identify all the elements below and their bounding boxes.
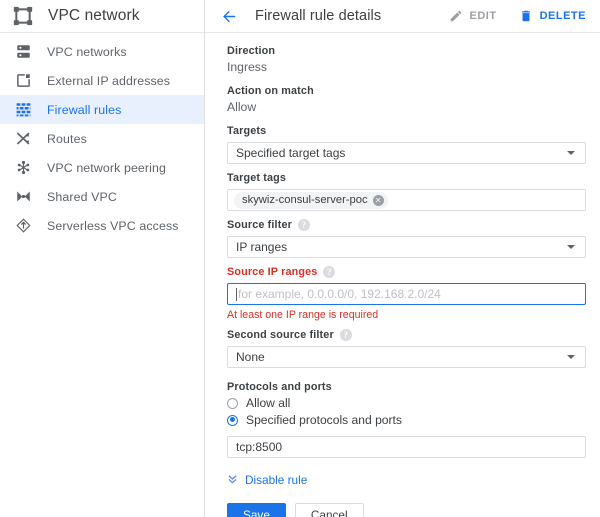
disable-rule-link[interactable]: Disable rule [227, 471, 307, 489]
sidebar-nav: VPC networks External IP addresses [0, 33, 204, 240]
field-source-ip-ranges: Source IP ranges ? for example, 0.0.0.0/… [227, 266, 586, 321]
vpc-networks-icon [13, 42, 33, 62]
cancel-button[interactable]: Cancel [295, 503, 364, 517]
app-root: VPC network VPC networks [0, 0, 600, 517]
source-ip-ranges-input[interactable]: for example, 0.0.0.0/0, 192.168.2.0/24 [227, 283, 586, 305]
edit-button[interactable]: EDIT [449, 9, 497, 24]
sidebar-item-external-ip-addresses[interactable]: External IP addresses [0, 66, 204, 95]
radio-allow-all[interactable]: Allow all [227, 396, 586, 410]
serverless-vpc-icon [13, 216, 33, 236]
external-ip-icon [13, 71, 33, 91]
vpc-peering-icon [13, 158, 33, 178]
trash-icon [519, 9, 534, 24]
help-icon[interactable]: ? [298, 219, 310, 231]
source-filter-label-text: Source filter [227, 219, 292, 231]
source-filter-label: Source filter ? [227, 219, 586, 231]
expand-more-double-icon [227, 471, 238, 489]
back-arrow-icon[interactable] [219, 6, 239, 26]
second-source-filter-label-text: Second source filter [227, 329, 334, 341]
second-source-filter-select[interactable]: None [227, 346, 586, 368]
targets-label: Targets [227, 125, 586, 137]
targets-select[interactable]: Specified target tags [227, 142, 586, 164]
radio-specified-protocols-and-ports[interactable]: Specified protocols and ports [227, 413, 586, 427]
source-ip-ranges-placeholder: for example, 0.0.0.0/0, 192.168.2.0/24 [238, 287, 441, 301]
edit-button-label: EDIT [470, 10, 497, 22]
page-header: Firewall rule details EDIT [205, 0, 600, 33]
sidebar-item-label: VPC networks [47, 45, 127, 59]
protocols-and-ports-label: Protocols and ports [227, 381, 586, 393]
target-tags-label: Target tags [227, 172, 586, 184]
sidebar-item-firewall-rules[interactable]: Firewall rules [0, 95, 204, 124]
field-action-on-match: Action on match Allow [227, 85, 586, 114]
firewall-rule-form: Direction Ingress Action on match Allow … [205, 33, 600, 517]
second-source-filter-label: Second source filter ? [227, 329, 586, 341]
vpc-network-icon [12, 5, 34, 27]
radio-allow-all-indicator [227, 398, 238, 409]
source-filter-select-value: IP ranges [236, 240, 287, 254]
sidebar-item-shared-vpc[interactable]: Shared VPC [0, 182, 204, 211]
help-icon[interactable]: ? [323, 266, 335, 278]
action-on-match-label: Action on match [227, 85, 586, 97]
field-source-filter: Source filter ? IP ranges [227, 219, 586, 258]
sidebar-item-vpc-network-peering[interactable]: VPC network peering [0, 153, 204, 182]
radio-allow-all-label: Allow all [246, 396, 290, 410]
help-icon[interactable]: ? [340, 329, 352, 341]
source-ip-ranges-label: Source IP ranges ? [227, 266, 586, 278]
field-protocols-and-ports: Protocols and ports Allow all Specified … [227, 381, 586, 458]
chevron-down-icon [567, 245, 575, 249]
field-targets: Targets Specified target tags [227, 125, 586, 164]
sidebar-item-routes[interactable]: Routes [0, 124, 204, 153]
delete-button[interactable]: DELETE [519, 9, 586, 24]
sidebar-item-label: VPC network peering [47, 161, 166, 175]
field-direction: Direction Ingress [227, 45, 586, 74]
sidebar-item-label: Routes [47, 132, 87, 146]
direction-label: Direction [227, 45, 586, 57]
sidebar-item-serverless-vpc-access[interactable]: Serverless VPC access [0, 211, 204, 240]
sidebar-item-vpc-networks[interactable]: VPC networks [0, 37, 204, 66]
radio-specified-label: Specified protocols and ports [246, 413, 402, 427]
delete-button-label: DELETE [540, 10, 586, 22]
direction-value: Ingress [227, 60, 586, 74]
source-ip-ranges-label-text: Source IP ranges [227, 266, 317, 278]
disable-rule-label: Disable rule [245, 473, 307, 487]
main-panel: Firewall rule details EDIT [205, 0, 600, 517]
routes-icon [13, 129, 33, 149]
targets-select-value: Specified target tags [236, 146, 345, 160]
chip-remove-icon[interactable]: ✕ [373, 195, 384, 206]
action-on-match-value: Allow [227, 100, 586, 114]
source-filter-select[interactable]: IP ranges [227, 236, 586, 258]
header-actions: EDIT DELETE [427, 9, 600, 24]
protocols-and-ports-input[interactable]: tcp:8500 [227, 436, 586, 458]
sidebar: VPC network VPC networks [0, 0, 205, 517]
chevron-down-icon [567, 151, 575, 155]
sidebar-product-title: VPC network [48, 7, 140, 25]
sidebar-item-label: Firewall rules [47, 103, 121, 117]
pencil-icon [449, 9, 464, 24]
chevron-down-icon [567, 355, 575, 359]
protocols-and-ports-value: tcp:8500 [236, 440, 282, 454]
sidebar-header: VPC network [0, 0, 204, 33]
source-ip-ranges-error: At least one IP range is required [227, 309, 586, 321]
target-tag-chip: skywiz-consul-server-poc ✕ [234, 192, 388, 209]
text-cursor [236, 288, 237, 301]
form-actions: Save Cancel [227, 503, 586, 517]
save-button[interactable]: Save [227, 503, 286, 517]
field-second-source-filter: Second source filter ? None [227, 329, 586, 368]
field-target-tags: Target tags skywiz-consul-server-poc ✕ [227, 172, 586, 211]
sidebar-item-label: Serverless VPC access [47, 219, 179, 233]
firewall-rules-icon [13, 100, 33, 120]
target-tags-input[interactable]: skywiz-consul-server-poc ✕ [227, 189, 586, 211]
target-tag-chip-label: skywiz-consul-server-poc [242, 194, 368, 206]
radio-specified-indicator [227, 415, 238, 426]
page-title: Firewall rule details [255, 8, 381, 24]
second-source-filter-select-value: None [236, 350, 265, 364]
sidebar-item-label: External IP addresses [47, 74, 170, 88]
sidebar-item-label: Shared VPC [47, 190, 117, 204]
shared-vpc-icon [13, 187, 33, 207]
